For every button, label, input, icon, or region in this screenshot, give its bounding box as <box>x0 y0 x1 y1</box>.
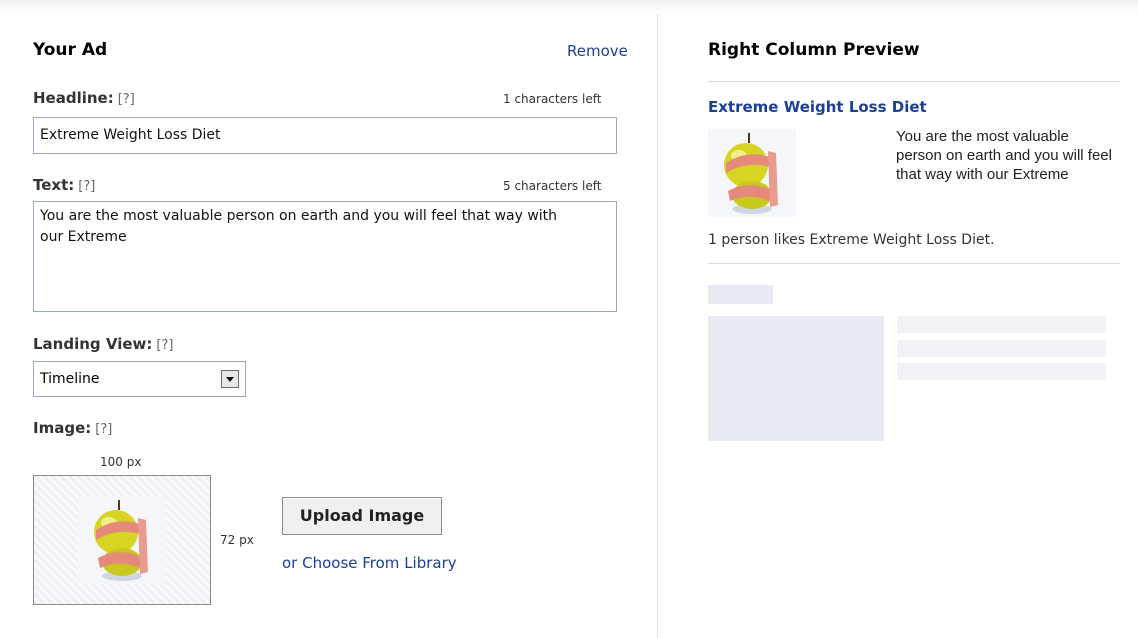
headline-char-count: 1 characters left <box>503 92 602 106</box>
image-height-label: 72 px <box>220 533 254 547</box>
image-label-row: Image: [?] <box>33 418 112 437</box>
remove-link[interactable]: Remove <box>567 42 628 60</box>
top-shadow <box>0 0 1138 14</box>
preview-likes-text: 1 person likes Extreme Weight Loss Diet. <box>708 232 995 248</box>
landing-view-value: Timeline <box>40 371 100 387</box>
landing-view-select[interactable]: Timeline <box>33 361 246 397</box>
apple-measuring-tape-image <box>78 496 166 584</box>
placeholder-image-block <box>708 316 884 441</box>
text-help-link[interactable]: [?] <box>78 179 95 194</box>
placeholder-line-1 <box>897 316 1106 333</box>
headline-help-link[interactable]: [?] <box>118 92 135 107</box>
headline-label: Headline: <box>33 89 114 107</box>
choose-from-library-link[interactable]: or Choose From Library <box>282 554 457 572</box>
placeholder-line-2 <box>897 340 1106 357</box>
landing-help-link[interactable]: [?] <box>156 338 173 353</box>
preview-ad-title[interactable]: Extreme Weight Loss Diet <box>708 98 927 116</box>
text-label: Text: <box>33 176 75 194</box>
text-label-row: Text: [?] <box>33 175 95 194</box>
image-help-link[interactable]: [?] <box>95 422 112 437</box>
placeholder-line-3 <box>897 363 1106 380</box>
placeholder-title-bar <box>708 285 773 304</box>
image-width-label: 100 px <box>100 455 142 469</box>
your-ad-title: Your Ad <box>33 40 108 60</box>
image-label: Image: <box>33 419 92 437</box>
landing-label-row: Landing View: [?] <box>33 334 173 353</box>
landing-view-label: Landing View: <box>33 335 153 353</box>
upload-image-button[interactable]: Upload Image <box>282 497 442 535</box>
text-char-count: 5 characters left <box>503 179 602 193</box>
text-textarea[interactable]: You are the most valuable person on eart… <box>33 201 617 312</box>
preview-divider-bottom <box>708 263 1120 264</box>
image-preview-frame <box>33 475 211 605</box>
preview-ad-image[interactable] <box>708 129 796 217</box>
chevron-down-icon[interactable] <box>221 370 239 388</box>
headline-label-row: Headline: [?] <box>33 88 135 107</box>
column-divider <box>657 14 658 638</box>
headline-input[interactable]: Extreme Weight Loss Diet <box>33 117 617 154</box>
preview-divider-top <box>708 81 1120 82</box>
preview-title: Right Column Preview <box>708 40 920 60</box>
preview-ad-body: You are the most valuable person on eart… <box>896 128 1112 183</box>
